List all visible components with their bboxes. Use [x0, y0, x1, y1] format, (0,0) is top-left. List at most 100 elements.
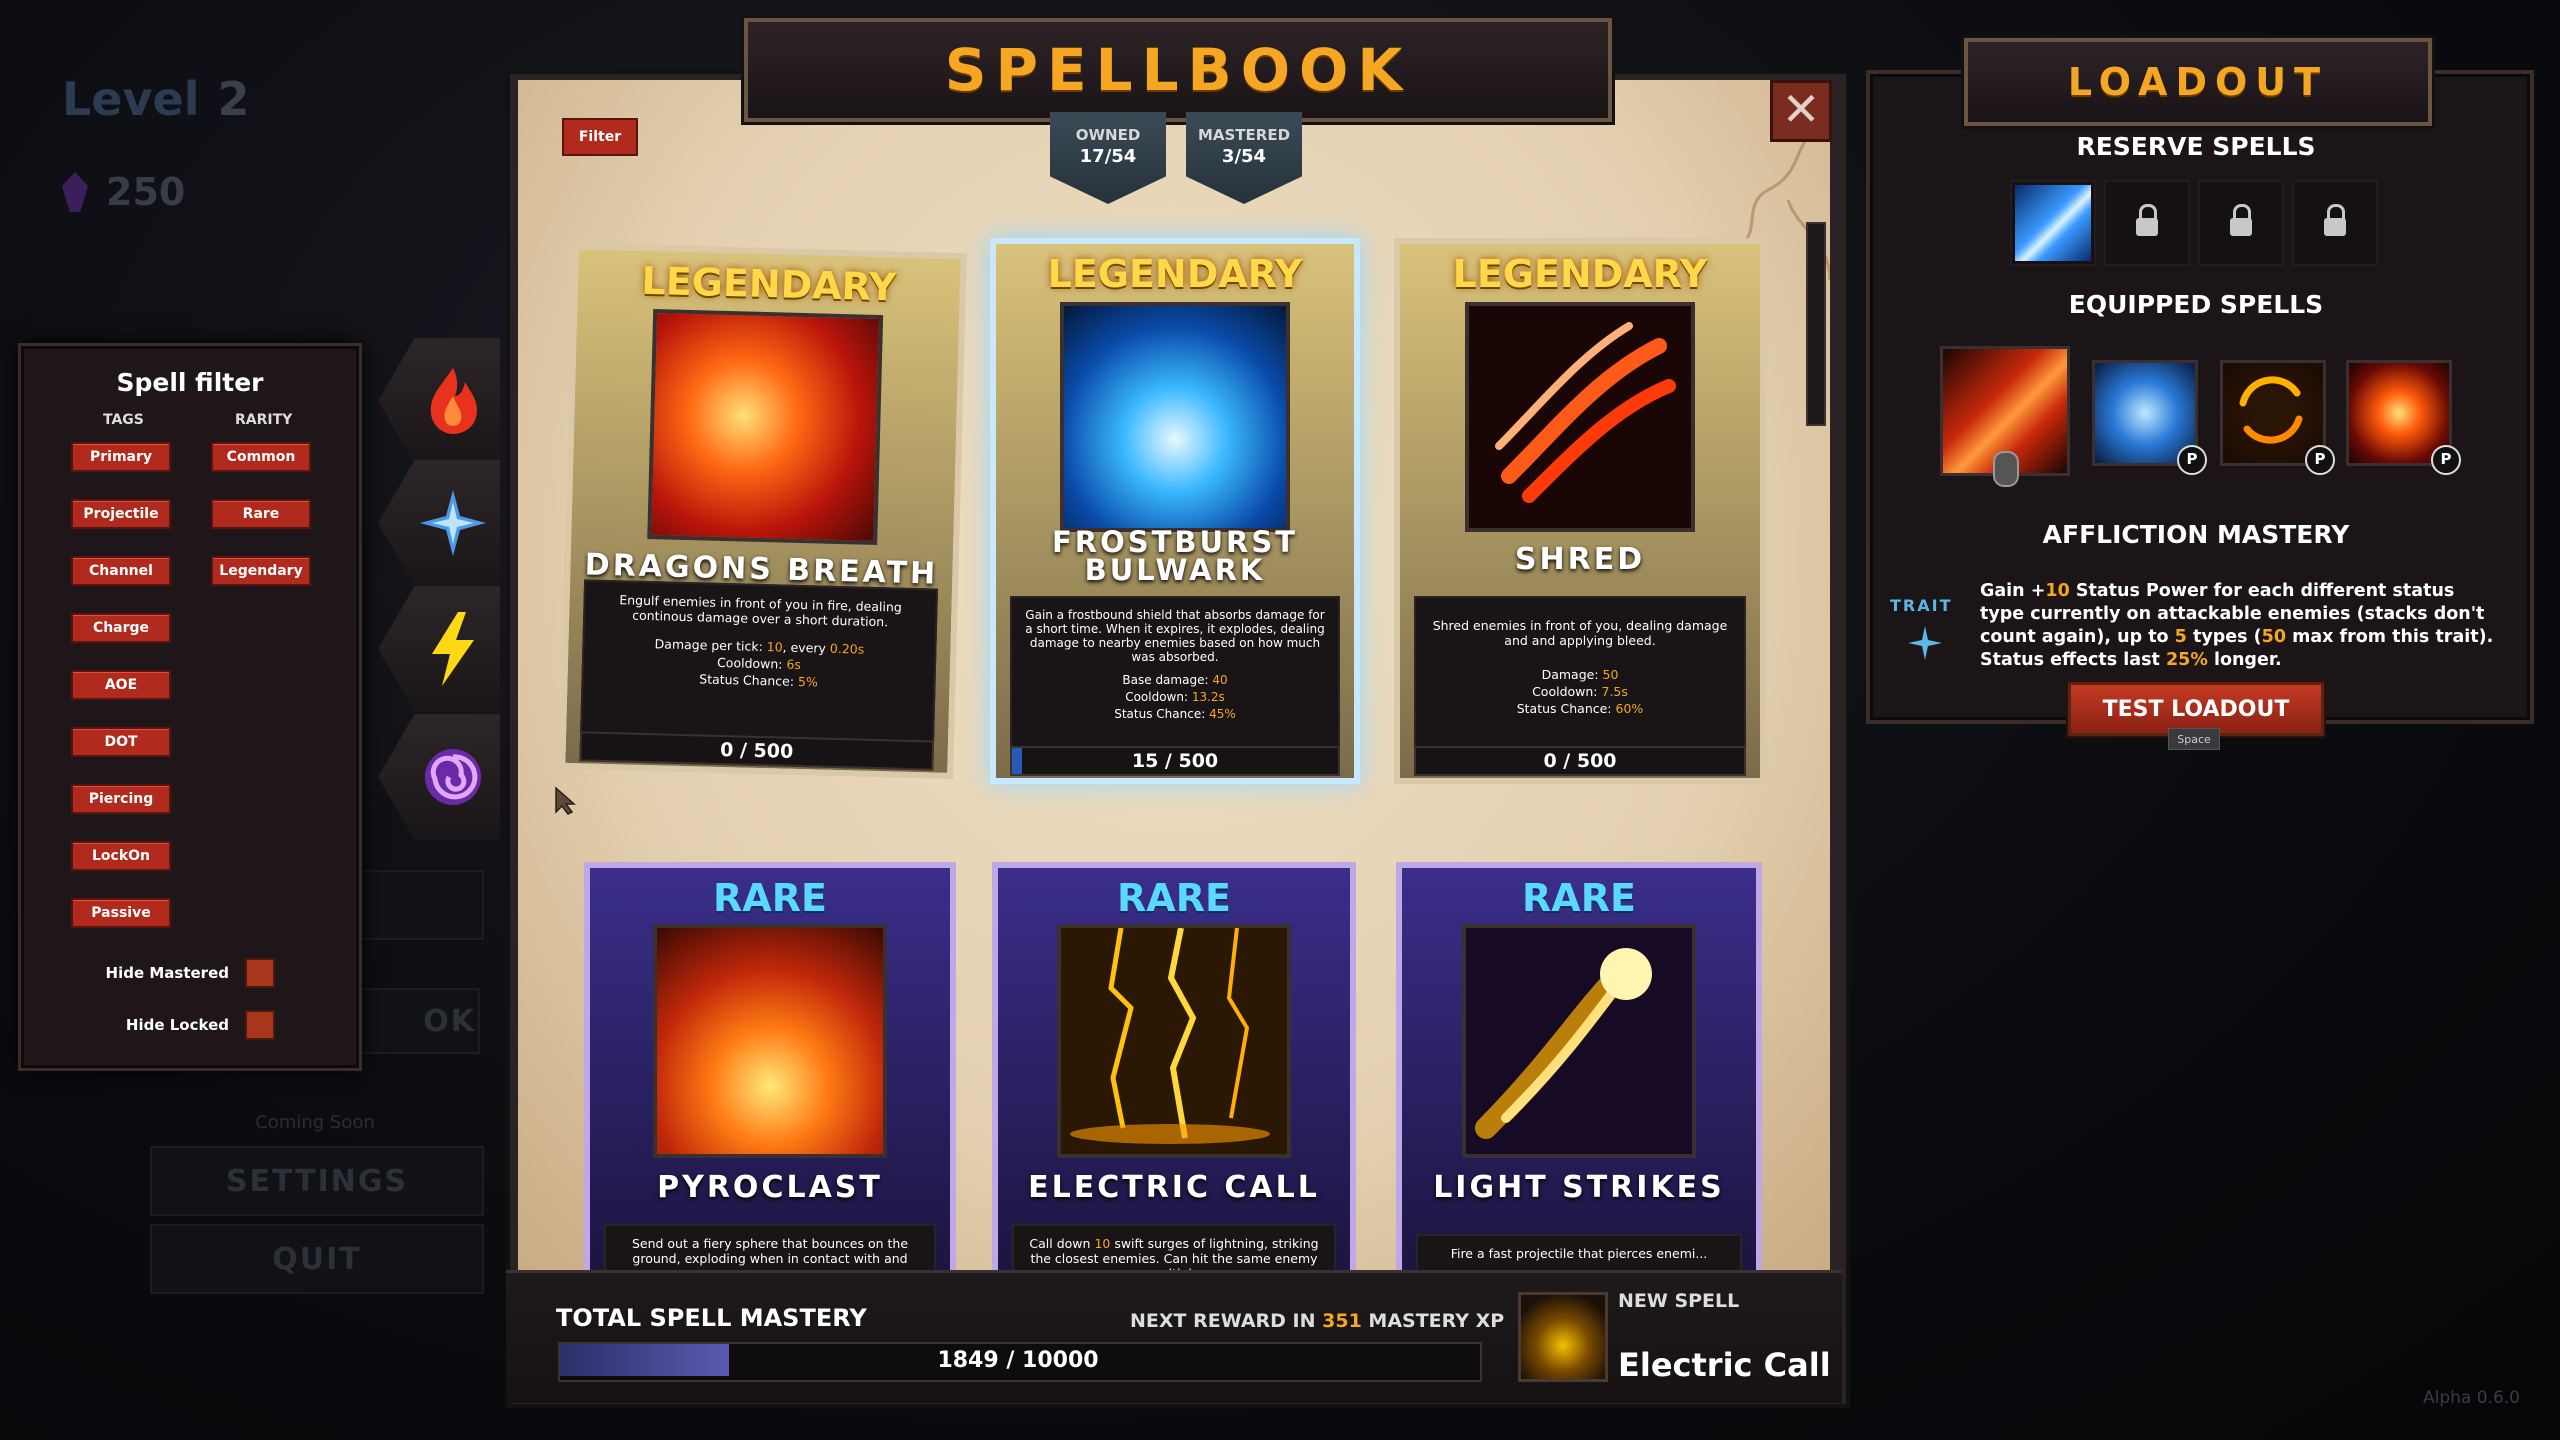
menu-ok-text: OK [423, 1003, 476, 1039]
mouse-cursor-icon [555, 786, 576, 815]
gem-count: 250 [106, 170, 186, 214]
arcane-swirl-icon [418, 742, 488, 812]
rarity-common-button[interactable]: Common [211, 442, 311, 472]
total-mastery-title: TOTAL SPELL MASTERY [556, 1304, 867, 1332]
menu-quit: QUIT [150, 1224, 484, 1294]
passive-badge: P [2177, 445, 2207, 475]
reserve-slot-3[interactable] [2198, 180, 2284, 266]
equipped-slot-1[interactable] [1940, 346, 2070, 487]
card-rarity: RARE [1117, 876, 1231, 920]
spell-card-pyroclast[interactable]: RARE PYROCLAST Send out a fiery sphere t… [584, 862, 956, 1284]
card-rarity: RARE [1522, 876, 1636, 920]
next-reward-label: NEXT REWARD IN 351 MASTERY XP [1130, 1310, 1505, 1332]
card-rarity: LEGENDARY [1452, 252, 1708, 296]
reserve-slot-4[interactable] [2292, 180, 2378, 266]
loadout-title-plate: LOADOUT [1964, 38, 2432, 126]
level-value: 2 [217, 72, 250, 126]
trait-label: TRAIT [1890, 596, 1953, 615]
tag-aoe-button[interactable]: AOE [71, 670, 171, 700]
card-description: Shred enemies in front of you, dealing d… [1414, 596, 1746, 750]
hide-locked-row: Hide Locked [126, 1010, 275, 1040]
player-level: Level 2 [62, 72, 249, 126]
category-tab-fire[interactable] [378, 338, 500, 464]
spell-card-dragons-breath[interactable]: LEGENDARY DRAGONS BREATH Engulf enemies … [559, 242, 967, 780]
spell-filter-panel: Spell filter TAGS RARITY Primary Project… [18, 343, 362, 1071]
hide-mastered-label: Hide Mastered [105, 964, 229, 982]
spell-card-light-strikes[interactable]: RARE LIGHT STRIKES Fire a fast projectil… [1396, 862, 1762, 1284]
card-name: PYROCLAST [657, 1170, 883, 1205]
mastered-value: 3/54 [1221, 146, 1267, 167]
card-stat-2: Cooldown: 7.5s [1532, 684, 1628, 699]
spellbook-title-plate: SPELLBOOK [744, 18, 1612, 122]
close-button[interactable]: ✕ [1770, 80, 1832, 142]
hide-mastered-checkbox[interactable] [245, 958, 275, 988]
reserve-slot-2[interactable] [2104, 180, 2190, 266]
hide-mastered-row: Hide Mastered [106, 958, 275, 988]
equipped-slot-2[interactable]: P [2092, 360, 2207, 475]
rarity-legendary-button[interactable]: Legendary [211, 556, 311, 586]
card-stat-3: Status Chance: 45% [1114, 707, 1236, 721]
tag-primary-button[interactable]: Primary [71, 442, 171, 472]
card-progress: 0 / 500 [1414, 746, 1746, 776]
mouse-button-icon [1993, 451, 2019, 487]
tag-projectile-button[interactable]: Projectile [71, 499, 171, 529]
equipped-spells-title: EQUIPPED SPELLS [2068, 290, 2324, 319]
category-tab-lightning[interactable] [378, 586, 500, 712]
category-tab-arcane[interactable] [378, 714, 500, 840]
filter-button[interactable]: Filter [562, 118, 638, 156]
tag-channel-button[interactable]: Channel [71, 556, 171, 586]
snowflake-trait-icon [1908, 626, 1942, 660]
lightning-strikes-icon [1057, 924, 1291, 1158]
tag-lockon-button[interactable]: LockOn [71, 841, 171, 871]
card-description: Engulf enemies in front of you in fire, … [580, 579, 939, 747]
rarity-rare-button[interactable]: Rare [211, 499, 311, 529]
card-stat-1: Damage: 50 [1541, 667, 1619, 682]
frost-burst-icon [1060, 302, 1290, 532]
tag-passive-button[interactable]: Passive [71, 898, 171, 928]
electric-call-spell-icon [1518, 1292, 1608, 1382]
light-comet-icon [1462, 924, 1696, 1158]
hide-locked-label: Hide Locked [125, 1016, 229, 1034]
tag-charge-button[interactable]: Charge [71, 613, 171, 643]
filter-title: Spell filter [116, 368, 264, 397]
version-label: Alpha 0.6.0 [2423, 1388, 2520, 1408]
card-rarity: LEGENDARY [1047, 252, 1303, 296]
spell-card-shred[interactable]: LEGENDARY SHRED Shred enemies in front o… [1394, 238, 1766, 784]
spellbook-title: SPELLBOOK [944, 36, 1412, 104]
lock-icon [2324, 204, 2346, 236]
mastery-progress-value: 1849 / 10000 [937, 1347, 1099, 1373]
card-desc-text: Engulf enemies in front of you in fire, … [619, 592, 902, 630]
spell-card-frostburst-bulwark[interactable]: LEGENDARY FROSTBURST BULWARK Gain a frost… [990, 238, 1360, 784]
card-name: SHRED [1514, 542, 1646, 577]
keybind-hint: Space [2168, 728, 2220, 750]
reserve-slot-1[interactable] [2010, 180, 2096, 266]
spell-card-electric-call[interactable]: RARE ELECTRIC CALL Call down 10 swift su… [992, 862, 1356, 1284]
owned-label: OWNED [1075, 126, 1141, 144]
coming-soon-label: Coming Soon [255, 1112, 375, 1133]
lock-icon [2230, 204, 2252, 236]
new-spell-label: NEW SPELL [1618, 1290, 1740, 1312]
card-description: Gain a frostbound shield that absorbs da… [1010, 596, 1340, 750]
card-stat-3: Status Chance: 60% [1516, 701, 1644, 716]
gem-counter: 250 [62, 170, 185, 214]
spellbook-scrollbar[interactable] [1806, 222, 1826, 426]
equipped-slot-3[interactable]: P [2220, 360, 2335, 475]
lock-icon [2136, 204, 2158, 236]
card-rarity: RARE [713, 876, 827, 920]
equipped-slot-4[interactable]: P [2346, 360, 2461, 475]
category-tab-frost[interactable] [378, 460, 500, 586]
hide-locked-checkbox[interactable] [245, 1010, 275, 1040]
ice-shard-icon [2015, 185, 2091, 261]
new-spell-name: Electric Call [1618, 1346, 1831, 1384]
passive-badge: P [2305, 445, 2335, 475]
card-name: FROSTBURST BULWARK [1051, 525, 1299, 587]
fire-icon [418, 366, 488, 436]
card-desc-text: Shred enemies in front of you, dealing d… [1432, 618, 1728, 648]
card-name: LIGHT STRIKES [1433, 1170, 1725, 1205]
tag-piercing-button[interactable]: Piercing [71, 784, 171, 814]
gem-icon [62, 172, 88, 212]
fire-burst-icon [653, 924, 887, 1158]
passive-badge: P [2431, 445, 2461, 475]
tag-dot-button[interactable]: DOT [71, 727, 171, 757]
affliction-mastery-title: AFFLICTION MASTERY [2042, 520, 2350, 549]
